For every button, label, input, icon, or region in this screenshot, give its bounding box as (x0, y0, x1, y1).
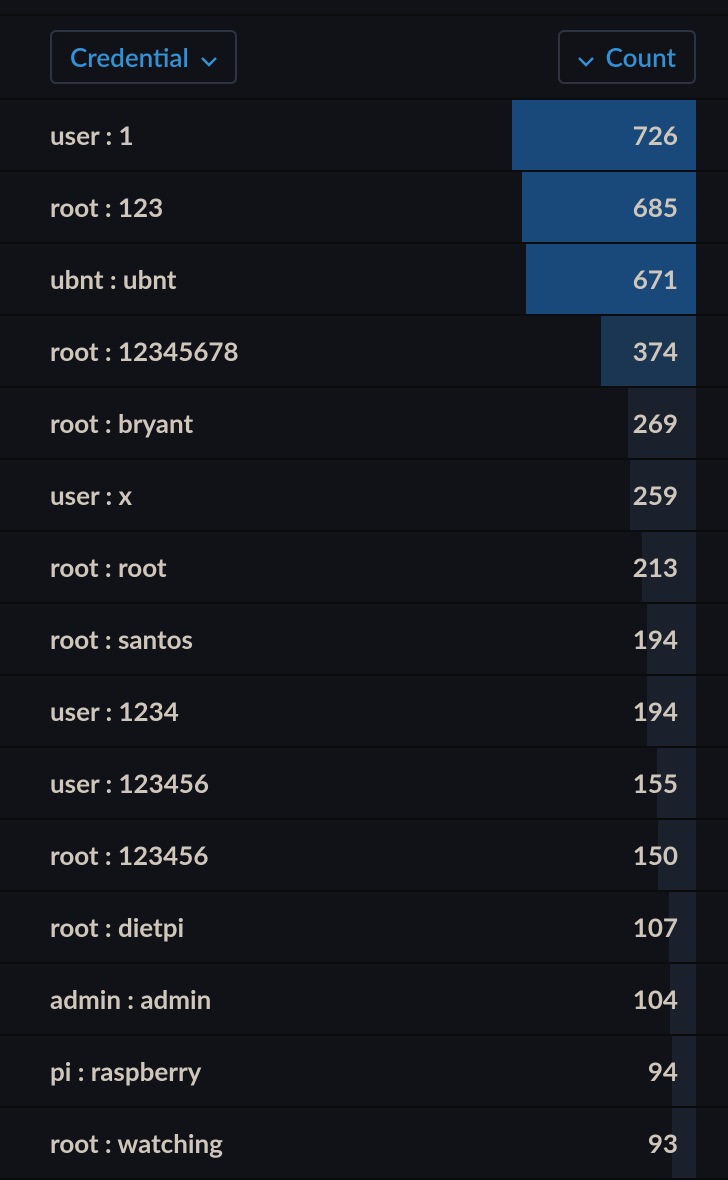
credential-cell: root : 123 (0, 191, 633, 223)
credential-cell: pi : raspberry (0, 1055, 648, 1087)
chevron-down-icon (201, 41, 217, 73)
count-cell: 671 (633, 263, 728, 295)
panel: Credential Count user : 1726root : 12368… (0, 0, 728, 1176)
credential-cell: user : 123456 (0, 767, 633, 799)
credential-cell: admin : admin (0, 983, 633, 1015)
credential-cell: root : 123456 (0, 839, 633, 871)
count-cell: 685 (633, 191, 728, 223)
credential-cell: user : 1234 (0, 695, 633, 727)
count-cell: 269 (633, 407, 728, 439)
credential-label: Credential (70, 41, 189, 73)
count-cell: 374 (633, 335, 728, 367)
credential-cell: root : 12345678 (0, 335, 633, 367)
credential-cell: root : root (0, 551, 633, 583)
count-cell: 194 (633, 695, 728, 727)
count-cell: 213 (633, 551, 728, 583)
count-cell: 726 (633, 119, 728, 151)
count-cell: 259 (633, 479, 728, 511)
count-cell: 94 (648, 1055, 728, 1087)
table-row[interactable]: user : 1726 (0, 100, 728, 172)
credential-column-header[interactable]: Credential (50, 30, 237, 84)
count-cell: 150 (633, 839, 728, 871)
table-row[interactable]: root : dietpi107 (0, 892, 728, 964)
count-column-header[interactable]: Count (558, 30, 696, 84)
credential-cell: root : dietpi (0, 911, 633, 943)
count-cell: 194 (633, 623, 728, 655)
credential-cell: root : watching (0, 1127, 648, 1159)
table-row[interactable]: root : 12345678374 (0, 316, 728, 388)
table-row[interactable]: root : 123456150 (0, 820, 728, 892)
table-row[interactable]: root : root213 (0, 532, 728, 604)
count-cell: 104 (633, 983, 728, 1015)
table-row[interactable]: ubnt : ubnt671 (0, 244, 728, 316)
table-header: Credential Count (0, 16, 728, 100)
credential-cell: root : bryant (0, 407, 633, 439)
credential-cell: ubnt : ubnt (0, 263, 633, 295)
count-cell: 93 (648, 1127, 728, 1159)
table-row[interactable]: root : bryant269 (0, 388, 728, 460)
credential-cell: root : santos (0, 623, 633, 655)
count-cell: 155 (633, 767, 728, 799)
table-row[interactable]: admin : admin104 (0, 964, 728, 1036)
count-cell: 107 (633, 911, 728, 943)
table-body: user : 1726root : 123685ubnt : ubnt671ro… (0, 100, 728, 1180)
credential-cell: user : 1 (0, 119, 633, 151)
table-row[interactable]: user : 1234194 (0, 676, 728, 748)
chevron-down-icon (578, 41, 594, 73)
table-row[interactable]: root : santos194 (0, 604, 728, 676)
table-row[interactable]: root : 123685 (0, 172, 728, 244)
count-label: Count (606, 41, 676, 73)
table-row[interactable]: pi : raspberry94 (0, 1036, 728, 1108)
panel-topbar (0, 0, 728, 16)
credential-cell: user : x (0, 479, 633, 511)
table-row[interactable]: user : x259 (0, 460, 728, 532)
table-row[interactable]: user : 123456155 (0, 748, 728, 820)
table-row[interactable]: root : watching93 (0, 1108, 728, 1180)
